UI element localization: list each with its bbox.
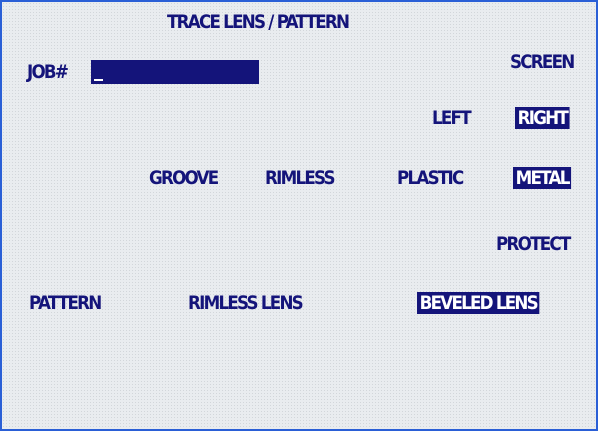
text-cursor <box>94 79 103 81</box>
frame-rimless-option[interactable]: RIMLESS <box>265 167 336 189</box>
frame-groove-option[interactable]: GROOVE <box>149 167 219 189</box>
job-number-input[interactable] <box>91 60 259 84</box>
protect-label[interactable]: PROTECT <box>496 233 571 255</box>
trace-lens-screen: TRACE LENS / PATTERN JOB# SCREEN LEFT RI… <box>0 0 598 431</box>
frame-plastic-option[interactable]: PLASTIC <box>397 167 464 189</box>
pattern-beveled-lens-option[interactable]: BEVELED LENS <box>417 292 540 314</box>
job-number-label: JOB# <box>27 61 69 83</box>
page-title: TRACE LENS / PATTERN <box>167 11 350 33</box>
side-right-option[interactable]: RIGHT <box>515 107 570 129</box>
side-left-option[interactable]: LEFT <box>432 107 472 129</box>
screen-label: SCREEN <box>510 51 575 73</box>
pattern-rimless-lens-option[interactable]: RIMLESS LENS <box>188 292 304 314</box>
frame-metal-option[interactable]: METAL <box>513 167 572 189</box>
pattern-label: PATTERN <box>29 292 102 314</box>
